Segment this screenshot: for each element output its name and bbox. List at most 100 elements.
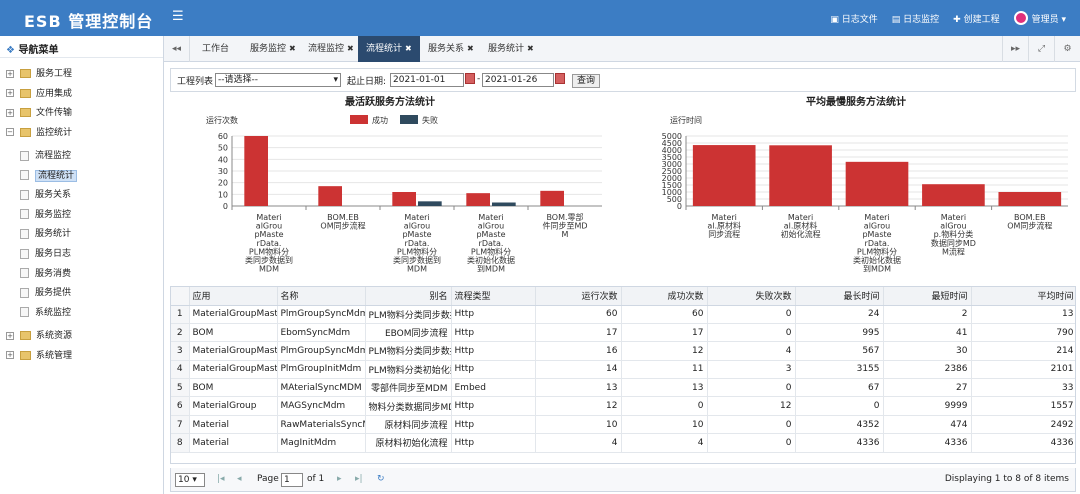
- legend-label: 成功: [372, 115, 388, 125]
- page-icon: [20, 287, 29, 298]
- legend-swatch[interactable]: [400, 115, 418, 124]
- expand-icon[interactable]: +: [6, 69, 14, 78]
- expand-icon[interactable]: +: [6, 108, 14, 117]
- table-cell: PlmGroupSyncMdm: [277, 305, 366, 324]
- sidebar-item[interactable]: 服务监控: [20, 207, 71, 225]
- column-header[interactable]: 最长时间: [795, 287, 884, 306]
- sidebar-item[interactable]: 服务日志: [20, 246, 71, 264]
- tab[interactable]: 流程监控 ✖: [300, 36, 362, 62]
- tab[interactable]: 服务关系 ✖: [420, 36, 482, 62]
- calendar-icon[interactable]: [465, 73, 475, 84]
- x-tick-label: 类同步数据到: [393, 255, 441, 265]
- tab-scroll-right-icon[interactable]: ▸▸: [1002, 36, 1028, 62]
- top-header: ESB 管理控制台 ☰ ▣ 日志文件 ▤ 日志监控 ✚ 创建工程 管理员 ▾: [0, 0, 1080, 36]
- nav-log-monitor[interactable]: ▤ 日志监控: [892, 12, 939, 25]
- sidebar-group[interactable]: + 应用集成: [6, 86, 72, 104]
- close-icon[interactable]: ✖: [467, 44, 474, 53]
- tab[interactable]: 工作台: [194, 36, 237, 62]
- column-header[interactable]: 成功次数: [621, 287, 708, 306]
- chart-title: 最活跃服务方法统计: [345, 95, 435, 108]
- table-cell: 0: [795, 396, 884, 416]
- x-tick-label: M流程: [942, 246, 965, 256]
- table-row[interactable]: 5 BOM MAterialSyncMDM 零部件同步至MDM Embed 13 13 0 67…: [171, 378, 1075, 398]
- sidebar-group[interactable]: − 监控统计: [6, 125, 72, 143]
- page-number-input[interactable]: 1: [281, 473, 303, 487]
- table-cell: 0: [707, 323, 796, 343]
- sidebar-item[interactable]: 流程统计: [20, 168, 78, 186]
- fullscreen-icon[interactable]: ⤢: [1028, 36, 1054, 62]
- column-header[interactable]: 名称: [277, 287, 366, 306]
- hamburger-icon[interactable]: ☰: [172, 9, 184, 24]
- table-cell: PlmGroupInitMdm: [277, 360, 366, 380]
- table-row[interactable]: 1 MaterialGroupMaste PlmGroupSyncMdm PLM物料分…: [171, 305, 1075, 324]
- column-header[interactable]: 别名: [365, 287, 452, 306]
- table-cell: 12: [535, 396, 622, 416]
- tab[interactable]: 服务统计 ✖: [480, 36, 542, 62]
- calendar-icon[interactable]: [555, 73, 565, 84]
- expand-icon[interactable]: +: [6, 89, 14, 97]
- tab[interactable]: 服务监控 ✖: [242, 36, 304, 62]
- bar: [392, 192, 416, 206]
- table-cell: 5: [171, 378, 190, 398]
- pager-summary: Displaying 1 to 8 of 8 items: [944, 474, 1069, 484]
- table-cell: 0: [621, 396, 708, 416]
- column-header[interactable]: 平均时间: [971, 287, 1075, 306]
- table-cell: EbomSyncMdm: [277, 323, 366, 343]
- table-cell: 17: [621, 323, 708, 343]
- close-icon[interactable]: ✖: [405, 44, 412, 53]
- sidebar-item[interactable]: 服务关系: [20, 187, 71, 205]
- collapse-icon[interactable]: −: [6, 128, 14, 136]
- table-cell: 7: [171, 415, 190, 435]
- expand-icon[interactable]: +: [6, 351, 14, 360]
- table-cell: 17: [535, 323, 622, 343]
- page-icon: [20, 307, 29, 318]
- legend-swatch[interactable]: [350, 115, 368, 124]
- table-row[interactable]: 3 MaterialGroupMaste PlmGroupSyncMdm PLM物料分…: [171, 341, 1075, 361]
- sidebar-item[interactable]: 服务提供: [20, 285, 71, 303]
- column-header[interactable]: 失败次数: [707, 287, 796, 306]
- prev-page-icon[interactable]: ◂: [237, 474, 242, 484]
- sidebar-group[interactable]: + 文件传输: [6, 105, 72, 123]
- table-row[interactable]: 2 BOM EbomSyncMdm EBOM同步流程 Http 17 17 0 995 41 790: [171, 323, 1075, 343]
- y-axis-label: 运行次数: [206, 115, 238, 125]
- table-row[interactable]: 7 Material RawMaterialsSyncM 原材料同步流程 Http 10 1…: [171, 415, 1075, 435]
- close-icon[interactable]: ✖: [289, 44, 296, 53]
- expand-icon[interactable]: +: [6, 331, 14, 340]
- column-header[interactable]: 最短时间: [883, 287, 972, 306]
- sidebar-group[interactable]: + 服务工程: [6, 66, 72, 84]
- nav-log-files[interactable]: ▣ 日志文件: [830, 12, 877, 25]
- sidebar-item[interactable]: 服务消费: [20, 266, 71, 284]
- next-page-icon[interactable]: ▸: [337, 474, 342, 484]
- legend-label: 失败: [422, 115, 438, 125]
- gear-icon[interactable]: ⚙: [1054, 36, 1080, 62]
- page-icon: [20, 248, 29, 259]
- tab[interactable]: 流程统计 ✖: [358, 36, 420, 62]
- query-button[interactable]: 查询: [572, 74, 601, 88]
- user-menu[interactable]: 管理员 ▾: [1013, 10, 1066, 25]
- table-row[interactable]: 8 Material MagInitMdm 原材料初始化流程 Http 4 4 0 4336 43…: [171, 433, 1075, 453]
- sidebar-item[interactable]: 服务统计: [20, 226, 71, 244]
- project-select[interactable]: --请选择-- ▾: [215, 73, 341, 87]
- refresh-icon[interactable]: ↻: [377, 474, 385, 484]
- sidebar-item[interactable]: 系统监控: [20, 305, 71, 323]
- sidebar-group[interactable]: + 系统资源: [6, 328, 72, 346]
- sidebar-group[interactable]: + 系统管理: [6, 348, 72, 366]
- column-header[interactable]: 运行次数: [535, 287, 622, 306]
- table-row[interactable]: 6 MaterialGroup MAGSyncMdm 物料分类数据同步MD Http 12…: [171, 396, 1075, 416]
- close-icon[interactable]: ✖: [347, 44, 354, 53]
- nav-log-monitor-label: 日志监控: [903, 15, 940, 25]
- sidebar-item[interactable]: 流程监控: [20, 148, 71, 166]
- page-size-select[interactable]: 10 ▾: [175, 473, 205, 487]
- nav-create-project[interactable]: ✚ 创建工程: [953, 12, 999, 25]
- table-row[interactable]: 4 MaterialGroupMaste PlmGroupInitMdm PLM物料分…: [171, 360, 1075, 380]
- tab-scroll-left-icon[interactable]: ◂◂: [164, 36, 190, 62]
- start-date-input[interactable]: 2021-01-01: [390, 73, 464, 87]
- table-cell: Embed: [451, 378, 536, 398]
- first-page-icon[interactable]: |◂: [217, 474, 225, 484]
- column-header[interactable]: 流程类型: [451, 287, 536, 306]
- column-header[interactable]: 应用: [189, 287, 278, 306]
- end-date-input[interactable]: 2021-01-26: [482, 73, 554, 87]
- last-page-icon[interactable]: ▸|: [355, 474, 363, 484]
- close-icon[interactable]: ✖: [527, 44, 534, 53]
- column-header[interactable]: [171, 287, 190, 306]
